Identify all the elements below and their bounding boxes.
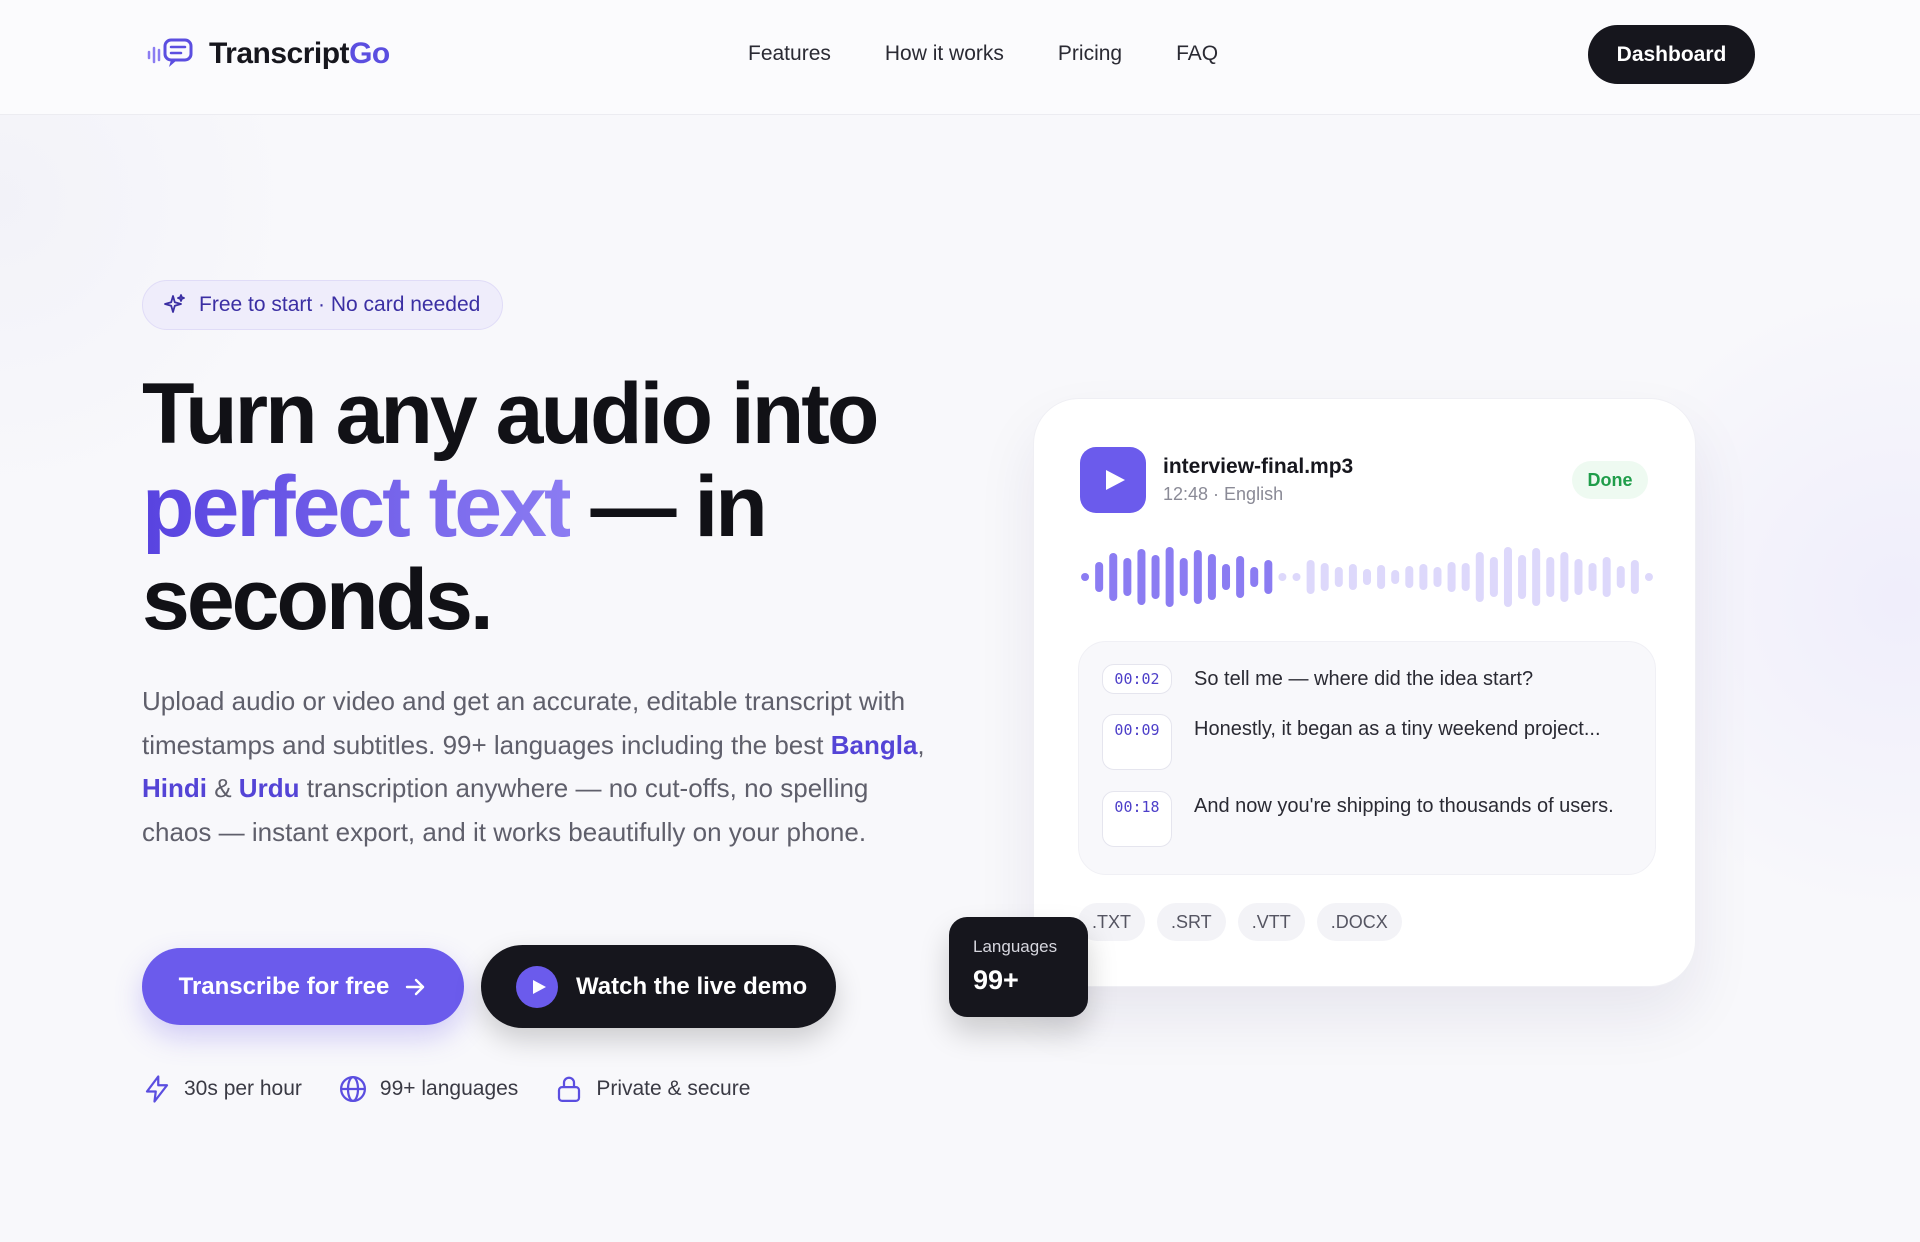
- site-header: TranscriptGo Features How it works Prici…: [0, 0, 1920, 115]
- waveform-bar: [1123, 558, 1132, 596]
- nav-item-pricing[interactable]: Pricing: [1058, 42, 1122, 66]
- timestamp-badge[interactable]: 00:09: [1102, 714, 1172, 770]
- waveform-bar: [1363, 569, 1371, 585]
- waveform-bar: [1207, 554, 1216, 600]
- globe-icon: [339, 1076, 366, 1102]
- hero-headline: Turn any audio into perfect text — in se…: [142, 366, 879, 648]
- lang-link-urdu: Urdu: [238, 773, 300, 803]
- watch-demo-button[interactable]: Watch the live demo: [481, 945, 836, 1028]
- format-chip-txt[interactable]: .TXT: [1078, 903, 1145, 941]
- waveform-bar: [1081, 573, 1090, 581]
- languages-badge: Languages 99+: [949, 917, 1088, 1017]
- waveform-bar: [1644, 573, 1653, 581]
- waveform-bar: [1377, 565, 1386, 589]
- transcript-line: 00:09 Honestly, it began as a tiny weeke…: [1102, 714, 1614, 770]
- waveform-bar: [1306, 560, 1315, 594]
- nav-item-features[interactable]: Features: [748, 42, 831, 66]
- play-icon: [1106, 470, 1125, 490]
- waveform-bar: [1222, 564, 1231, 590]
- waveform-bar: [1616, 566, 1625, 588]
- dashboard-button[interactable]: Dashboard: [1588, 25, 1755, 84]
- transcript-text: Honestly, it began as a tiny weekend pro…: [1194, 718, 1601, 740]
- waveform-bar: [1250, 567, 1259, 587]
- transcribe-free-button[interactable]: Transcribe for free: [142, 948, 464, 1025]
- languages-value: 99+: [973, 965, 1019, 995]
- waveform-bar: [1151, 555, 1160, 599]
- waveform-bar: [1560, 552, 1569, 602]
- transcript-text: And now you're shipping to thousands of …: [1194, 795, 1614, 817]
- format-chip-srt[interactable]: .SRT: [1157, 903, 1226, 941]
- waveform-bar: [1165, 547, 1174, 607]
- feature-item: Private & secure: [554, 1074, 750, 1104]
- waveform-bar: [1602, 557, 1611, 597]
- waveform-bar: [1588, 563, 1597, 591]
- format-chip-vtt[interactable]: .VTT: [1237, 903, 1305, 941]
- format-chip-docx[interactable]: .DOCX: [1316, 903, 1402, 941]
- waveform-bar: [1461, 563, 1470, 591]
- waveform-bar: [1095, 562, 1104, 592]
- lock-icon: [558, 1076, 581, 1102]
- transcript-line: 00:18 And now you're shipping to thousan…: [1102, 791, 1614, 847]
- transcript-panel: 00:02 So tell me — where did the idea st…: [1078, 641, 1656, 875]
- audio-play-button[interactable]: [1080, 447, 1146, 513]
- waveform-bar: [1334, 567, 1343, 587]
- waveform-bar: [1574, 559, 1583, 595]
- headline-accent: perfect text: [142, 459, 573, 555]
- export-formats: .TXT .SRT .VTT .DOCX: [1078, 903, 1402, 941]
- waveform-bar: [1405, 566, 1414, 588]
- file-meta: 12:48 · English: [1163, 484, 1284, 504]
- waveform-bar: [1264, 560, 1273, 594]
- waveform-bar: [1518, 555, 1527, 599]
- waveform-bar: [1546, 557, 1555, 597]
- waveform-bar: [1503, 547, 1512, 607]
- waveform-bar: [1109, 553, 1118, 601]
- feature-item: 30s per hour: [142, 1074, 302, 1104]
- lightning-icon: [145, 1075, 169, 1103]
- brand-name: TranscriptGo: [209, 37, 390, 70]
- waveform-bar: [1278, 573, 1287, 581]
- waveform-bar: [1320, 563, 1329, 591]
- feature-item: 99+ languages: [338, 1074, 518, 1104]
- waveform-bar: [1489, 557, 1498, 597]
- file-name: interview-final.mp3: [1163, 455, 1354, 478]
- feature-list: 30s per hour 99+ languages Private & sec…: [142, 1074, 750, 1104]
- nav-item-how-it-works[interactable]: How it works: [885, 42, 1004, 66]
- waveform-bar: [1193, 550, 1202, 604]
- waveform-bar: [1391, 570, 1400, 584]
- nav-item-faq[interactable]: FAQ: [1176, 42, 1218, 66]
- main-nav: Features How it works Pricing FAQ: [748, 42, 1218, 66]
- hero-lead: Upload audio or video and get an accurat…: [142, 686, 925, 847]
- pill-label: Free to start · No card needed: [199, 293, 481, 316]
- transcript-line: 00:02 So tell me — where did the idea st…: [1102, 664, 1614, 694]
- waveform-bar: [1179, 558, 1188, 596]
- transcript-text: So tell me — where did the idea start?: [1194, 668, 1534, 690]
- status-badge: Done: [1572, 461, 1648, 499]
- waveform-bar: [1433, 567, 1442, 587]
- waveform-bar: [1137, 549, 1146, 605]
- waveform-bar: [1292, 573, 1301, 581]
- free-start-pill: Free to start · No card needed: [142, 280, 504, 330]
- waveform-bar: [1532, 548, 1541, 606]
- languages-label: Languages: [973, 937, 1058, 956]
- timestamp-badge[interactable]: 00:18: [1102, 791, 1172, 847]
- sparkles-icon: [164, 294, 185, 313]
- timestamp-badge[interactable]: 00:02: [1102, 664, 1172, 694]
- waveform-bar: [1419, 564, 1428, 590]
- chat-waveform-icon: [147, 38, 193, 67]
- waveform-bar: [1630, 560, 1639, 594]
- lang-link-bangla: Bangla: [830, 729, 918, 760]
- waveform-bar: [1447, 562, 1456, 592]
- play-icon: [516, 965, 558, 1008]
- audio-waveform: [1081, 547, 1653, 607]
- waveform-bar: [1348, 564, 1357, 590]
- transcript-preview-card: interview-final.mp3 12:48 · English Done…: [1033, 398, 1696, 987]
- lang-link-hindi: Hindi: [142, 773, 207, 803]
- brand-logo[interactable]: TranscriptGo: [145, 36, 390, 72]
- waveform-bar: [1236, 556, 1245, 598]
- arrow-right-icon: [406, 978, 425, 995]
- waveform-bar: [1475, 552, 1484, 602]
